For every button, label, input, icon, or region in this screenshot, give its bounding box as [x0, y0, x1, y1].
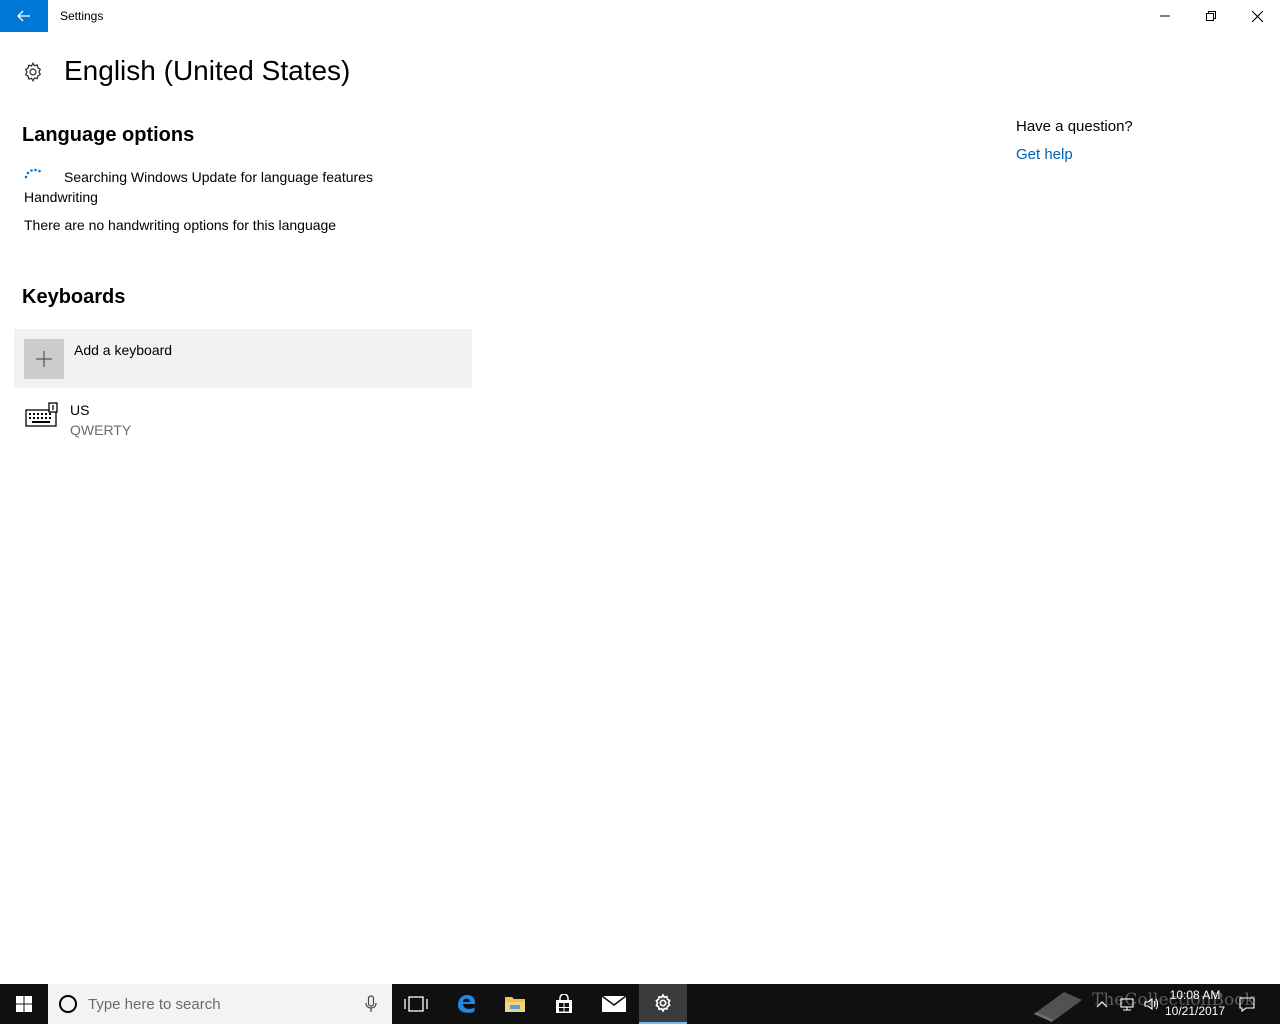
back-arrow-icon [17, 10, 30, 22]
keyboard-name: US [70, 402, 90, 418]
clock-date: 10/21/2017 [1164, 1004, 1226, 1018]
handwriting-label: Handwriting [24, 189, 98, 205]
spinner-icon [24, 168, 41, 179]
edge-button[interactable] [442, 984, 490, 1024]
gear-icon [24, 62, 42, 82]
clock-time: 10:08 AM [1169, 988, 1221, 1002]
minimize-icon [1160, 15, 1170, 17]
store-button[interactable] [540, 984, 588, 1024]
keyboard-layout: QWERTY [70, 422, 132, 438]
mail-icon [602, 996, 626, 1012]
book-icon [1034, 992, 1082, 1022]
clock[interactable]: 10:08 AM 10/21/2017 [1158, 987, 1232, 1021]
store-icon [556, 994, 572, 1013]
edge-icon [458, 995, 475, 1013]
app-title: Settings [60, 9, 104, 23]
mail-button[interactable] [590, 984, 638, 1024]
restore-icon [1206, 11, 1216, 21]
action-center-button[interactable] [1234, 984, 1260, 1024]
show-hidden-icons-button[interactable] [1092, 984, 1112, 1024]
action-center-icon [1239, 997, 1255, 1012]
restore-button[interactable] [1188, 0, 1234, 32]
volume-icon [1144, 997, 1159, 1011]
microphone-icon[interactable] [365, 995, 377, 1013]
add-keyboard-label: Add a keyboard [74, 342, 173, 358]
settings-gear-icon [655, 993, 671, 1013]
add-keyboard-button[interactable]: Add a keyboard [14, 329, 472, 388]
keyboards-heading: Keyboards [22, 286, 126, 308]
network-button[interactable] [1116, 984, 1138, 1024]
minimize-button[interactable] [1142, 0, 1188, 32]
taskbar-search-box[interactable]: Type here to search [48, 984, 392, 1024]
handwriting-description: There are no handwriting options for thi… [24, 217, 337, 233]
close-button[interactable] [1234, 0, 1280, 32]
network-icon [1120, 998, 1134, 1011]
keyboard-icon [25, 402, 58, 427]
keyboard-item-us[interactable]: US QWERTY [14, 396, 472, 444]
language-options-heading: Language options [22, 124, 195, 146]
back-button[interactable] [0, 0, 48, 32]
get-help-link[interactable]: Get help [1016, 146, 1073, 163]
taskbar: Type here to search TheCollectionBook 10… [0, 984, 1280, 1024]
title-bar: Settings [0, 0, 1280, 32]
chevron-up-icon [1096, 1001, 1108, 1008]
start-button[interactable] [0, 984, 48, 1024]
plus-icon [36, 351, 52, 367]
help-question: Have a question? [1016, 118, 1133, 135]
file-explorer-button[interactable] [491, 984, 539, 1024]
file-explorer-icon [505, 997, 525, 1012]
search-placeholder: Type here to search [88, 996, 221, 1013]
search-status-text: Searching Windows Update for language fe… [64, 169, 373, 185]
page-title: English (United States) [64, 55, 351, 86]
windows-logo-icon [16, 996, 32, 1012]
cortana-icon [59, 995, 77, 1013]
plus-icon-box [24, 339, 64, 379]
settings-taskbar-button[interactable] [639, 984, 687, 1024]
task-view-button[interactable] [392, 984, 440, 1024]
close-icon [1251, 10, 1263, 22]
task-view-icon [404, 996, 428, 1012]
